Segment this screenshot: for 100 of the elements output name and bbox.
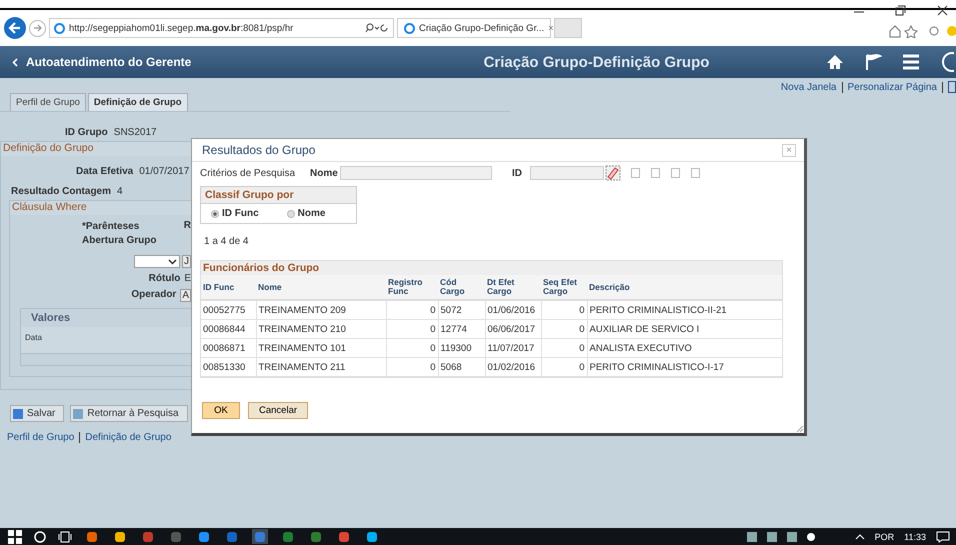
dropdown-field[interactable]: J	[182, 255, 191, 268]
flag-icon[interactable]	[864, 53, 882, 71]
radio-button[interactable]	[286, 210, 295, 218]
back-link[interactable]: Autoatendimento do Gerente	[0, 55, 197, 69]
page-tab[interactable]: Perfil de Grupo	[10, 93, 86, 111]
field-label: Nome	[310, 168, 339, 178]
chevron-up-icon[interactable]	[854, 534, 865, 540]
table-cell: 12774	[438, 320, 485, 338]
language-indicator[interactable]: POR	[874, 532, 894, 542]
task-view-icon[interactable]	[58, 530, 72, 542]
column-header[interactable]: ID Func	[201, 275, 256, 300]
section-title: Cláusula Where	[10, 201, 191, 215]
column-header[interactable]: Dt Efet Cargo	[485, 275, 541, 300]
column-header[interactable]: Registro Func	[386, 275, 438, 300]
table-cell: TREINAMENTO 209	[256, 300, 386, 320]
toolbar-button[interactable]: Salvar	[10, 405, 64, 422]
field-label: ID Grupo	[65, 126, 108, 138]
page-link[interactable]: Nova Janela	[780, 82, 836, 92]
column-header[interactable]: Cód Cargo	[438, 275, 485, 300]
tray-icon[interactable]	[746, 532, 757, 542]
home-icon[interactable]	[826, 54, 844, 70]
field-label: Resultado Contagem	[11, 186, 112, 196]
page-link[interactable]: Perfil de Grupo	[7, 432, 74, 443]
table-cell: 01/02/2016	[485, 358, 541, 376]
table-cell: 5068	[438, 358, 485, 376]
column-header[interactable]: Descrição	[587, 275, 782, 300]
grid-title: Funcionários do Grupo	[201, 261, 782, 275]
field-label: R	[184, 220, 191, 233]
tab-title: Criação Grupo-Definição Gr...	[419, 22, 544, 34]
input-field[interactable]: A	[180, 289, 191, 302]
table-cell: 0	[386, 300, 438, 320]
sort-title: Classif Grupo por	[201, 187, 356, 204]
dropdown-field[interactable]	[134, 255, 180, 268]
table-cell: AUXILIAR DE SERVICO I	[587, 320, 782, 338]
table-cell: ANALISTA EXECUTIVO	[587, 338, 782, 358]
table-cell: PERITO CRIMINALISTICO-I-17	[587, 358, 782, 376]
app-icon[interactable]	[196, 529, 212, 544]
url-text: http://segeppiahom01li.segep.ma.gov.br:8081/psp/hr	[69, 22, 294, 34]
radio-option[interactable]: Nome	[286, 208, 326, 219]
table-cell: 06/06/2017	[485, 320, 541, 338]
ok-button[interactable]: OK	[202, 402, 240, 419]
button-icon	[73, 408, 84, 418]
page-tab[interactable]: Definição de Grupo	[88, 93, 188, 111]
search-icon[interactable]	[365, 23, 389, 33]
browser-icon	[404, 22, 415, 34]
table-cell: 11/07/2017	[485, 338, 541, 358]
table-cell: 0	[541, 358, 587, 376]
chevron-left-icon	[12, 58, 18, 66]
field-label: Operador	[131, 289, 176, 302]
name-input-field[interactable]	[340, 166, 492, 180]
table-cell: 00851330	[201, 358, 256, 376]
app-icon[interactable]	[112, 529, 128, 544]
arrow-left-icon	[8, 21, 22, 35]
column-header[interactable]: Seq Efet Cargo	[541, 275, 587, 300]
app-icon[interactable]	[336, 529, 352, 544]
address-bar[interactable]: http://segeppiahom01li.segep.ma.gov.br:8081/psp/hr	[49, 18, 394, 38]
field-label: Data Efetiva	[76, 166, 134, 176]
back-button[interactable]	[4, 17, 26, 39]
page-link[interactable]: Definição de Grupo	[85, 432, 172, 443]
tray-icon[interactable]	[766, 532, 777, 542]
eraser-icon[interactable]	[605, 165, 621, 181]
clock[interactable]: 11:33	[904, 532, 926, 542]
browser-icon	[54, 22, 65, 34]
radio-button[interactable]	[211, 210, 219, 218]
page-link[interactable]: Personalizar Página	[848, 82, 937, 92]
field-label: Critérios de Pesquisa	[200, 168, 296, 178]
navigation-icon[interactable]	[940, 52, 954, 72]
dialog-title: Resultados do Grupo	[202, 143, 316, 157]
field-value: 4	[117, 186, 123, 196]
table-cell: 0	[386, 358, 438, 376]
field-value: 01/07/2017	[139, 166, 190, 176]
table-cell: TREINAMENTO 210	[256, 320, 386, 338]
app-icon[interactable]	[364, 529, 380, 544]
browser-tab[interactable]: Criação Grupo-Definição Gr... ×	[397, 18, 551, 38]
notifications-icon[interactable]	[936, 530, 950, 542]
table-cell: 119300	[438, 338, 485, 358]
table-cell: 0	[386, 320, 438, 338]
grid-icon[interactable]	[948, 81, 956, 93]
table-cell: 00052775	[201, 300, 256, 320]
resize-grip-icon[interactable]	[796, 425, 804, 433]
app-icon[interactable]	[84, 529, 100, 544]
forward-button[interactable]	[29, 20, 46, 36]
table-cell: 00086871	[201, 338, 256, 358]
id-input-field[interactable]	[530, 166, 604, 180]
menu-icon[interactable]	[902, 54, 920, 70]
close-tab-button[interactable]: ×	[548, 22, 554, 34]
tray-icon[interactable]	[786, 532, 797, 542]
field-value: E	[184, 273, 191, 284]
table-cell: 5072	[438, 300, 485, 320]
tray-icon[interactable]	[806, 532, 815, 540]
button-icon	[13, 408, 23, 418]
column-header[interactable]: Nome	[256, 275, 386, 300]
radio-option[interactable]: ID Func	[211, 208, 259, 219]
field-value: SNS2017	[114, 126, 157, 138]
windows-icon[interactable]	[8, 530, 22, 544]
toolbar-button[interactable]: Retornar à Pesquisa	[70, 405, 188, 422]
table-cell: 00086844	[201, 320, 256, 338]
table-cell: 0	[541, 300, 587, 320]
cancel-button[interactable]: Cancelar	[248, 402, 308, 419]
row-count: 1 a 4 de 4	[203, 235, 250, 249]
